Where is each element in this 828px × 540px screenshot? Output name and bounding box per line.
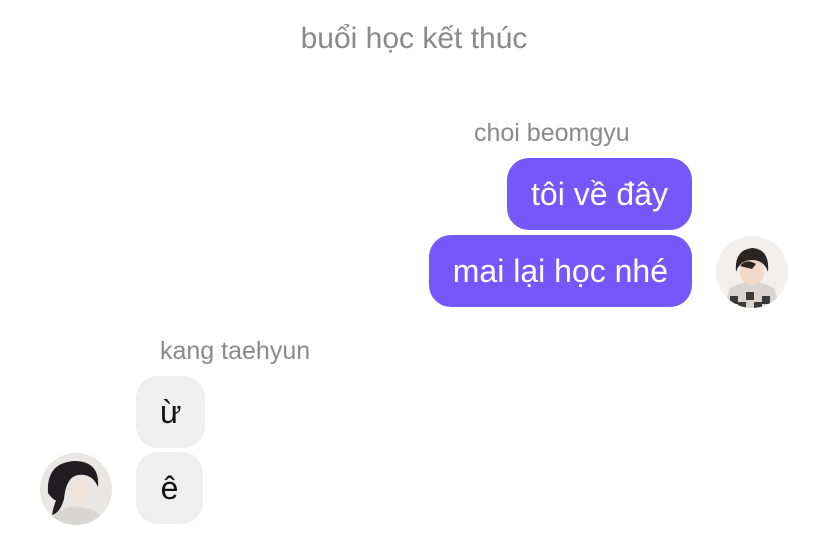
outgoing-sender-name: choi beomgyu (474, 119, 630, 147)
incoming-message-bubble[interactable]: ê (136, 452, 203, 524)
system-message: buổi học kết thúc (300, 22, 528, 55)
outgoing-message-bubble[interactable]: mai lại học nhé (428, 235, 692, 307)
outgoing-avatar-icon[interactable] (716, 236, 788, 308)
incoming-sender-name: kang taehyun (160, 337, 311, 365)
incoming-avatar-icon[interactable] (40, 453, 112, 525)
outgoing-message-bubble[interactable]: tôi về đây (507, 158, 692, 230)
user-avatar-icon (716, 236, 788, 308)
user-avatar-icon (40, 453, 112, 525)
incoming-message-bubble[interactable]: ừ (136, 376, 206, 448)
